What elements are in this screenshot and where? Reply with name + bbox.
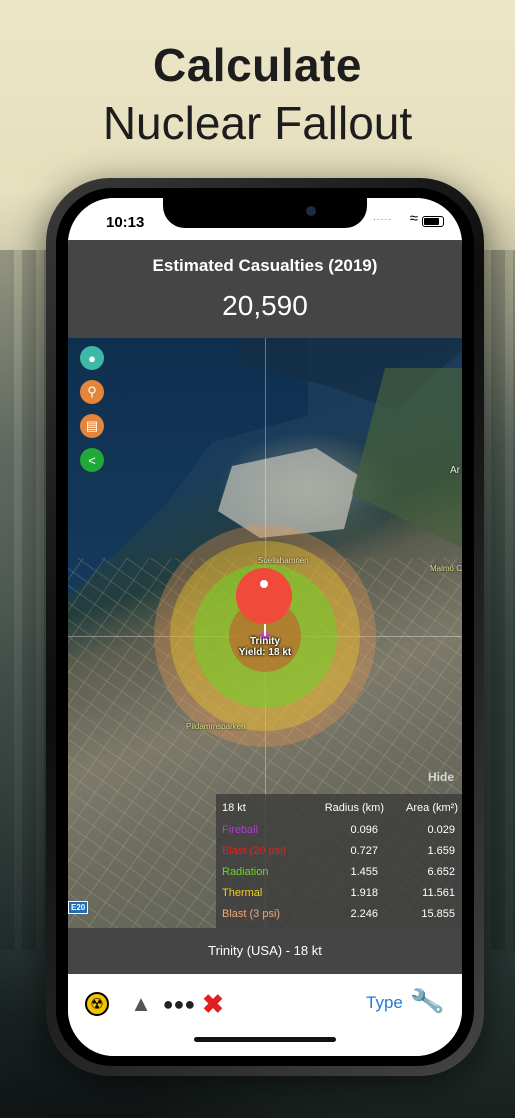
legend-radius: 1.918 [350, 887, 378, 899]
casualty-title: Estimated Casualties (2019) [152, 256, 378, 275]
legend-yield: 18 kt [222, 802, 246, 814]
legend-row: Thermal 1.918 11.561 [216, 883, 462, 903]
legend-effect-name: Thermal [222, 887, 263, 899]
road-sign: E20 [68, 901, 89, 914]
home-indicator [194, 1037, 336, 1042]
search-icon: ⚲ [87, 384, 97, 399]
map-port-area [218, 448, 358, 538]
people-icon: ●●● [162, 993, 196, 1014]
promo-subheadline: Nuclear Fallout [102, 97, 413, 149]
legend-row: Radiation 1.455 6.652 [216, 862, 462, 882]
place-label: Malmö C [429, 564, 462, 573]
legend-area: 1.659 [427, 845, 455, 857]
search-button[interactable]: ⚲ [80, 380, 104, 404]
place-label: Suelishamnen [258, 556, 309, 565]
effects-legend: 18 kt Radius (km) Area (km²) Fireball 0.… [216, 794, 462, 928]
satellite-map[interactable]: Suelishamnen Pildammsparken Ar Malmö C T… [68, 338, 462, 928]
book-button[interactable]: ▤ [80, 414, 104, 438]
legend-effect-name: Blast (20 psi) [222, 845, 287, 857]
wrench-icon[interactable]: 🔧 [409, 983, 446, 1019]
legend-radius: 1.455 [350, 866, 378, 878]
weapon-info-bar[interactable]: Trinity (USA) - 18 kt [68, 928, 462, 974]
legend-effect-name: Fireball [222, 824, 259, 836]
tab-bar: ☢ ▲ ●●● ✖ Type 🔧 [68, 974, 462, 1056]
phone-frame: 10:13 ..... ≈ Estimated Casualties (2019… [46, 178, 484, 1076]
promo-headline: Calculate [152, 39, 363, 91]
notch [163, 198, 367, 228]
clear-button[interactable]: ✖ [198, 989, 228, 1019]
detonation-pin[interactable] [236, 568, 292, 624]
legend-col-radius: Radius (km) [324, 802, 384, 814]
legend-radius: 0.096 [350, 824, 378, 836]
legend-area: 0.029 [427, 824, 455, 836]
place-label: Ar [450, 465, 460, 476]
casualty-count: 20,590 [222, 290, 308, 321]
legend-row: Blast (20 psi) 0.727 1.659 [216, 841, 462, 861]
legend-effect-name: Radiation [222, 866, 269, 878]
wifi-icon: ≈ [409, 210, 418, 227]
legend-radius: 2.246 [350, 908, 378, 920]
battery-icon [422, 216, 444, 227]
map-pin-icon: ▲ [130, 991, 152, 1016]
share-button[interactable]: < [80, 448, 104, 472]
place-label: Pildammsparken [186, 722, 246, 731]
legend-row: Blast (3 psi) 2.246 15.855 [216, 904, 462, 924]
legend-effect-name: Blast (3 psi) [222, 908, 281, 920]
radiation-icon: ☢ [85, 992, 109, 1016]
share-icon: < [88, 452, 96, 468]
pin-label-yield: Yield: 18 kt [238, 647, 292, 658]
status-time: 10:13 [106, 214, 145, 231]
legend-radius: 0.727 [350, 845, 378, 857]
legend-row: Fireball 0.096 0.029 [216, 820, 462, 840]
hide-legend-button[interactable]: Hide [428, 770, 454, 784]
map-button[interactable]: ▲ [126, 989, 156, 1019]
pin-label: Trinity Yield: 18 kt [205, 636, 325, 658]
pin-label-name: Trinity [249, 636, 280, 647]
weapon-label: Trinity (USA) - 18 kt [208, 943, 322, 958]
signal-dots: ..... [373, 212, 392, 223]
legend-area: 6.652 [427, 866, 455, 878]
camera-dot [306, 206, 316, 216]
type-button[interactable]: Type [366, 993, 403, 1013]
locate-button[interactable]: ● [80, 346, 104, 370]
legend-area: 15.855 [421, 908, 455, 920]
casualties-button[interactable]: ●●● [162, 989, 196, 1019]
close-icon: ✖ [202, 988, 224, 1019]
nuke-button[interactable]: ☢ [82, 989, 112, 1019]
pin-dot [260, 580, 268, 588]
location-pin-icon: ● [88, 350, 96, 366]
legend-header: 18 kt Radius (km) Area (km²) [216, 798, 462, 818]
legend-area: 11.561 [422, 887, 455, 899]
casualty-header: Estimated Casualties (2019) 20,590 [68, 240, 462, 338]
book-icon: ▤ [85, 418, 99, 433]
legend-col-area: Area (km²) [406, 802, 458, 814]
app-screen: 10:13 ..... ≈ Estimated Casualties (2019… [68, 198, 462, 1056]
